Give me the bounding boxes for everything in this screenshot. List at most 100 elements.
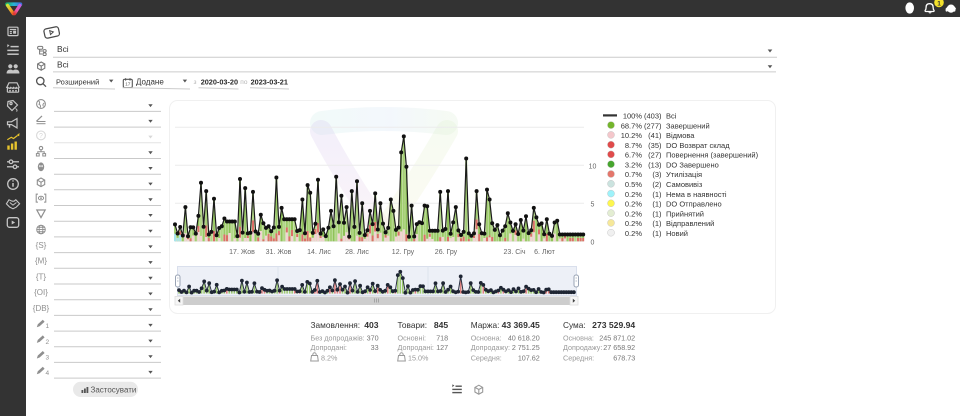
svg-text:33: 33 xyxy=(371,343,379,352)
svg-text:Допродажу:: Допродажу: xyxy=(563,343,602,352)
svg-text:Застосувати: Застосувати xyxy=(91,386,137,395)
svg-text:0.2%: 0.2% xyxy=(625,219,642,228)
svg-text:Всі: Всі xyxy=(57,59,69,69)
svg-text:245 871.02: 245 871.02 xyxy=(599,334,635,343)
svg-text:{M}: {M} xyxy=(35,257,47,266)
svg-text:(35): (35) xyxy=(648,141,662,150)
svg-text:Відмова: Відмова xyxy=(666,131,695,140)
svg-text:0.2%: 0.2% xyxy=(625,229,642,238)
svg-text:Маржа:: Маржа: xyxy=(471,320,500,330)
svg-text:8.2%: 8.2% xyxy=(321,353,338,362)
svg-text:1: 1 xyxy=(46,323,50,330)
svg-text:14. Лис: 14. Лис xyxy=(307,249,331,256)
svg-text:(277): (277) xyxy=(644,121,662,130)
svg-text:Утилізація: Утилізація xyxy=(666,170,702,179)
svg-text:31. Жов: 31. Жов xyxy=(266,249,292,256)
svg-text:(41): (41) xyxy=(648,131,662,140)
svg-text:(13): (13) xyxy=(648,160,662,169)
svg-text:Допродажу:: Допродажу: xyxy=(471,343,510,352)
svg-text:0.2%: 0.2% xyxy=(625,200,642,209)
svg-text:10.2%: 10.2% xyxy=(621,131,643,140)
svg-text:28. Лис: 28. Лис xyxy=(345,249,369,256)
svg-text:Без допродажів:: Без допродажів: xyxy=(311,334,365,343)
svg-text:{DB}: {DB} xyxy=(33,304,50,313)
svg-text:0: 0 xyxy=(591,239,595,246)
svg-text:1: 1 xyxy=(937,1,941,8)
svg-text:Всі: Всі xyxy=(57,44,69,54)
svg-text:3.2%: 3.2% xyxy=(625,160,642,169)
svg-text:68.7%: 68.7% xyxy=(621,121,643,130)
svg-text:Завершений: Завершений xyxy=(666,121,710,130)
svg-text:12. Гру: 12. Гру xyxy=(392,249,415,256)
svg-text:6. Лют: 6. Лют xyxy=(534,249,555,256)
svg-text:0.2%: 0.2% xyxy=(625,209,642,218)
svg-text:Всі: Всі xyxy=(666,112,677,121)
svg-text:23. Січ: 23. Січ xyxy=(504,248,526,256)
svg-text:по: по xyxy=(240,79,248,86)
svg-text:17. Жов: 17. Жов xyxy=(229,249,255,256)
svg-text:845: 845 xyxy=(434,320,449,330)
svg-text:(3): (3) xyxy=(652,170,662,179)
svg-text:{OI}: {OI} xyxy=(34,288,48,297)
svg-text:Відправлений: Відправлений xyxy=(666,219,714,228)
svg-text:6.7%: 6.7% xyxy=(625,151,642,160)
svg-text:Сума:: Сума: xyxy=(563,320,586,330)
svg-text:Основні:: Основні: xyxy=(398,334,427,343)
svg-text:0.7%: 0.7% xyxy=(625,170,642,179)
svg-text:2: 2 xyxy=(46,339,50,346)
svg-text:403: 403 xyxy=(364,320,379,330)
svg-text:10: 10 xyxy=(589,163,597,170)
svg-text:Новий: Новий xyxy=(666,229,688,238)
svg-text:107.62: 107.62 xyxy=(518,353,540,362)
svg-text:8.7%: 8.7% xyxy=(625,141,642,150)
svg-text:Середня:: Середня: xyxy=(471,353,502,362)
svg-text:(27): (27) xyxy=(648,151,662,160)
svg-text:(1): (1) xyxy=(652,219,662,228)
svg-text:15.0%: 15.0% xyxy=(408,353,429,362)
svg-text:Повернення (завершений): Повернення (завершений) xyxy=(666,151,759,160)
svg-text:Основна:: Основна: xyxy=(563,334,594,343)
svg-text:27 658.92: 27 658.92 xyxy=(603,343,635,352)
svg-text:17: 17 xyxy=(125,82,131,88)
svg-text:Додане: Додане xyxy=(136,77,164,86)
svg-text:26. Гру: 26. Гру xyxy=(435,249,458,256)
svg-text:DO Возврат склад: DO Возврат склад xyxy=(666,141,730,150)
svg-text:370: 370 xyxy=(367,334,379,343)
svg-text:718: 718 xyxy=(436,334,448,343)
svg-text:Нема в наявності: Нема в наявності xyxy=(666,190,727,199)
svg-text:(1): (1) xyxy=(652,229,662,238)
svg-text:2023-03-21: 2023-03-21 xyxy=(251,77,288,86)
svg-text:Прийнятий: Прийнятий xyxy=(666,209,704,218)
svg-text:Товари:: Товари: xyxy=(398,320,428,330)
svg-text:Розширений: Розширений xyxy=(56,77,99,86)
svg-text:DO Отправлено: DO Отправлено xyxy=(666,200,722,209)
svg-text:0.2%: 0.2% xyxy=(625,190,642,199)
svg-text:{S}: {S} xyxy=(36,241,47,250)
svg-text:(1): (1) xyxy=(652,200,662,209)
svg-text:DO Завершено: DO Завершено xyxy=(666,160,719,169)
svg-text:0.5%: 0.5% xyxy=(625,180,642,189)
svg-text:3: 3 xyxy=(46,355,50,362)
svg-text:Допродані:: Допродані: xyxy=(311,343,347,352)
svg-text:з: з xyxy=(194,79,197,86)
svg-text:2020-03-20: 2020-03-20 xyxy=(201,77,238,86)
svg-text:(2): (2) xyxy=(652,180,662,189)
svg-text:Самовивіз: Самовивіз xyxy=(666,180,703,189)
svg-text:(1): (1) xyxy=(652,190,662,199)
svg-text:(403): (403) xyxy=(644,112,662,121)
svg-text:43 369.45: 43 369.45 xyxy=(502,320,540,330)
svg-text:?: ? xyxy=(39,133,43,140)
svg-text:100%: 100% xyxy=(623,112,643,121)
svg-text:Середня:: Середня: xyxy=(563,353,594,362)
svg-text:{T}: {T} xyxy=(36,272,47,281)
svg-text:4: 4 xyxy=(46,370,50,377)
svg-text:(1): (1) xyxy=(652,209,662,218)
svg-text:678.73: 678.73 xyxy=(613,353,635,362)
svg-text:127: 127 xyxy=(436,343,448,352)
svg-text:40 618.20: 40 618.20 xyxy=(508,334,540,343)
svg-text:Допродані:: Допродані: xyxy=(398,343,434,352)
svg-text:Замовлення:: Замовлення: xyxy=(311,320,361,330)
svg-text:Основна:: Основна: xyxy=(471,334,502,343)
svg-text:273 529.94: 273 529.94 xyxy=(592,320,635,330)
svg-text:2 751.25: 2 751.25 xyxy=(512,343,540,352)
